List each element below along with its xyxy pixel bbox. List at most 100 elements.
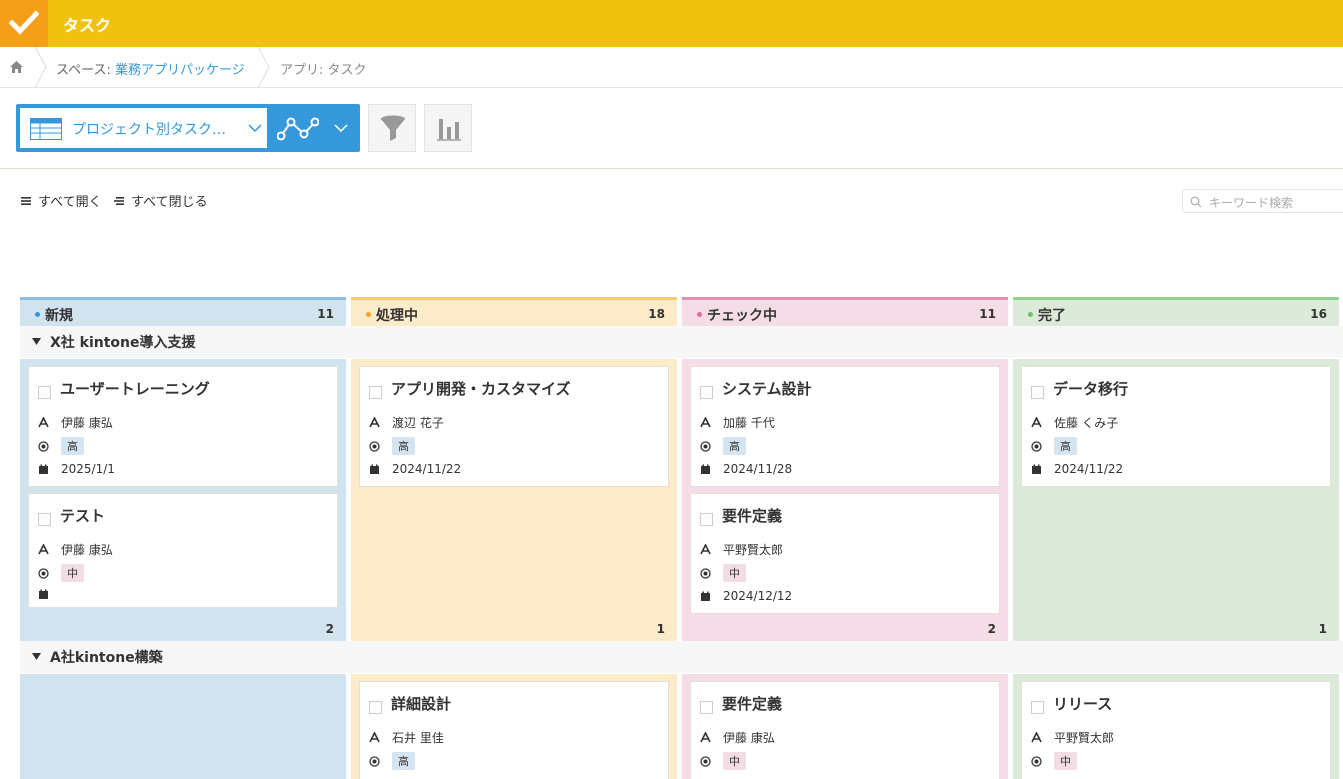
person-icon — [38, 543, 49, 554]
priority-badge: 高 — [1054, 437, 1077, 455]
radio-icon — [369, 755, 380, 767]
chevron-down-icon[interactable] — [334, 124, 348, 132]
card-assignee: 加藤 千代 — [723, 415, 775, 430]
breadcrumb-space-link[interactable]: 業務アプリパッケージ — [115, 63, 245, 78]
lane-done: データ移行 佐藤 くみ子 高 2024/11/22 1 — [1013, 359, 1339, 643]
graph-chart-button[interactable] — [424, 104, 472, 152]
card-date-row — [38, 585, 61, 603]
filter-button[interactable] — [368, 104, 416, 152]
expand-all-label: すべて開く — [38, 195, 102, 210]
card-assignee: 伊藤 康弘 — [723, 730, 775, 745]
card-priority-row: 中 — [1031, 752, 1077, 770]
swimlane-header[interactable]: X社 kintone導入支援 — [20, 326, 1343, 358]
column-name: 新規 — [45, 308, 73, 324]
task-card[interactable]: 要件定義 平野賢太郎 中 2024/12/12 — [690, 493, 1000, 614]
column-header-in-progress: 処理中 18 — [351, 297, 677, 326]
status-dot — [1028, 312, 1033, 317]
card-title[interactable]: システム設計 — [722, 378, 812, 399]
view-dropdown[interactable]: プロジェクト別タスク… — [20, 108, 267, 148]
person-icon — [1031, 731, 1042, 742]
search-placeholder: キーワード検索 — [1209, 196, 1294, 210]
collapse-all-button[interactable]: すべて閉じる — [113, 191, 208, 210]
card-priority-row: 中 — [700, 752, 746, 770]
search-icon — [1190, 196, 1202, 208]
view-toolbar: プロジェクト別タスク… — [0, 88, 1343, 169]
swimlane-name: X社 kintone導入支援 — [50, 335, 196, 351]
column-count: 16 — [1310, 307, 1327, 321]
expand-all-button[interactable]: すべて開く — [20, 191, 102, 210]
lane-in-progress: 詳細設計 石井 里佳 高 — [351, 674, 677, 779]
card-title[interactable]: テスト — [60, 505, 105, 526]
breadcrumb-separator — [34, 47, 47, 88]
lane-count: 1 — [656, 622, 665, 636]
home-icon[interactable] — [9, 59, 24, 74]
status-dot — [35, 312, 40, 317]
person-icon — [700, 731, 711, 742]
card-title[interactable]: ユーザートレーニング — [60, 378, 210, 399]
graph-icon[interactable] — [277, 116, 319, 142]
card-checkbox[interactable] — [1031, 701, 1044, 714]
card-date-row: 2025/1/1 — [38, 460, 115, 478]
card-title[interactable]: データ移行 — [1053, 378, 1128, 399]
task-card[interactable]: アプリ開発・カスタマイズ 渡辺 花子 高 2024/11/22 — [359, 366, 669, 487]
task-card[interactable]: ユーザートレーニング 伊藤 康弘 高 2025/1/1 — [28, 366, 338, 487]
card-priority-row: 高 — [1031, 437, 1077, 455]
card-priority-row: 高 — [369, 752, 415, 770]
person-icon — [700, 416, 711, 427]
card-checkbox[interactable] — [38, 513, 51, 526]
card-priority-row: 中 — [38, 564, 84, 582]
task-card[interactable]: システム設計 加藤 千代 高 2024/11/28 — [690, 366, 1000, 487]
card-due-date: 2024/11/22 — [392, 462, 462, 476]
priority-badge: 高 — [392, 752, 415, 770]
swimlane-header[interactable]: A社kintone構築 — [20, 641, 1343, 673]
keyword-search[interactable]: キーワード検索 — [1182, 189, 1343, 213]
task-card[interactable]: テスト 伊藤 康弘 中 — [28, 493, 338, 608]
lane-new — [20, 674, 346, 779]
card-title[interactable]: リリース — [1053, 693, 1112, 714]
task-card[interactable]: データ移行 佐藤 くみ子 高 2024/11/22 — [1021, 366, 1331, 487]
radio-icon — [38, 440, 49, 452]
card-assignee: 石井 里佳 — [392, 730, 444, 745]
card-assignee-row: 伊藤 康弘 — [38, 413, 113, 431]
task-card[interactable]: 詳細設計 石井 里佳 高 — [359, 681, 669, 779]
column-header-done: 完了 16 — [1013, 297, 1339, 326]
card-checkbox[interactable] — [700, 701, 713, 714]
card-checkbox[interactable] — [1031, 386, 1044, 399]
column-count: 11 — [979, 307, 996, 321]
card-date-row: 2024/11/22 — [1031, 460, 1123, 478]
column-count: 11 — [317, 307, 334, 321]
column-header-checking: チェック中 11 — [682, 297, 1008, 326]
radio-icon — [700, 755, 711, 767]
collapse-triangle-icon[interactable] — [32, 338, 41, 345]
breadcrumb-space[interactable]: スペース: 業務アプリパッケージ — [56, 59, 245, 78]
swimlane-name: A社kintone構築 — [50, 650, 163, 666]
card-assignee-row: 平野賢太郎 — [1031, 728, 1114, 746]
card-title[interactable]: 要件定義 — [722, 505, 782, 526]
card-checkbox[interactable] — [369, 701, 382, 714]
card-checkbox[interactable] — [700, 386, 713, 399]
priority-badge: 中 — [1054, 752, 1077, 770]
card-title[interactable]: 要件定義 — [722, 693, 782, 714]
card-checkbox[interactable] — [700, 513, 713, 526]
collapse-triangle-icon[interactable] — [32, 653, 41, 660]
card-title[interactable]: 詳細設計 — [391, 693, 451, 714]
radio-icon — [38, 567, 49, 579]
view-selector[interactable]: プロジェクト別タスク… — [16, 104, 360, 152]
card-assignee: 伊藤 康弘 — [61, 542, 113, 557]
task-card[interactable]: 要件定義 伊藤 康弘 中 — [690, 681, 1000, 779]
radio-icon — [700, 567, 711, 579]
task-card[interactable]: リリース 平野賢太郎 中 — [1021, 681, 1331, 779]
lane-count: 1 — [1318, 622, 1327, 636]
card-due-date: 2024/11/28 — [723, 462, 793, 476]
card-date-row: 2024/11/22 — [369, 460, 461, 478]
lane-count: 2 — [325, 622, 334, 636]
card-assignee-row: 平野賢太郎 — [700, 540, 783, 558]
card-assignee: 平野賢太郎 — [723, 542, 784, 557]
card-checkbox[interactable] — [38, 386, 51, 399]
priority-badge: 中 — [723, 564, 746, 582]
lane-in-progress: アプリ開発・カスタマイズ 渡辺 花子 高 2024/11/22 1 — [351, 359, 677, 643]
card-checkbox[interactable] — [369, 386, 382, 399]
card-title[interactable]: アプリ開発・カスタマイズ — [391, 378, 571, 399]
person-icon — [369, 731, 380, 742]
column-name: 完了 — [1038, 308, 1066, 324]
